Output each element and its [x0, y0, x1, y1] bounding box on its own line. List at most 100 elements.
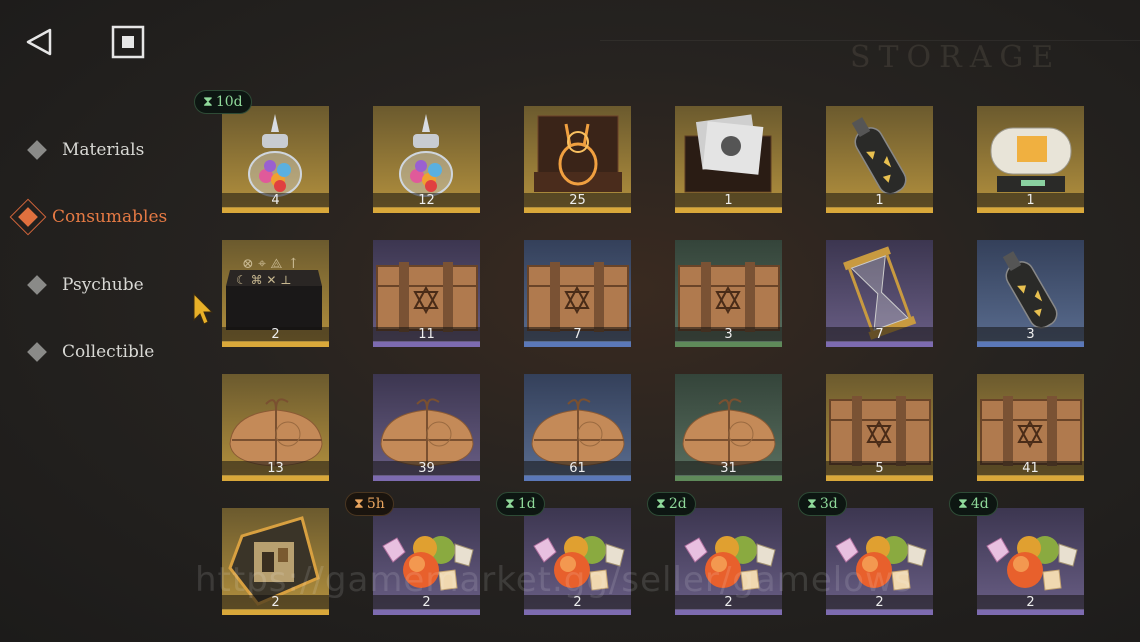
- diamond-icon: [27, 275, 47, 295]
- diamond-icon: [27, 342, 47, 362]
- item-count: 12: [418, 193, 435, 208]
- hourglass-icon: ⧗: [203, 94, 213, 110]
- timer-text: 1d: [517, 496, 536, 512]
- timer-text: 2d: [668, 496, 687, 512]
- rarity-bar: [524, 610, 631, 615]
- rarity-bar: [826, 208, 933, 213]
- item-count: 3: [1026, 327, 1035, 342]
- category-label: Materials: [62, 140, 145, 160]
- item-slot-bottle-shards[interactable]: 3: [977, 240, 1084, 347]
- item-slot-rune-table[interactable]: ⊗ ⌖ ⟁ ↑ ☾ ⌘ ✕ ⊥ 2: [222, 240, 329, 347]
- hourglass-icon: ⧗: [354, 496, 364, 512]
- item-count: 11: [418, 327, 435, 342]
- item-slot-photo-chest[interactable]: 1: [675, 106, 782, 213]
- watermark-text: https://gamemarket.gg/seller/gamelows: [195, 560, 913, 600]
- svg-text:⊗ ⌖ ⟁ ↑: ⊗ ⌖ ⟁ ↑: [242, 256, 299, 272]
- hourglass-icon: ⧗: [958, 496, 968, 512]
- rarity-bar: [977, 208, 1084, 213]
- item-count: 31: [720, 461, 737, 476]
- expiry-timer-badge: ⧗ 4d: [949, 492, 998, 516]
- item-count: 2: [1026, 595, 1035, 610]
- item-slot-golden-rabbit-box[interactable]: 25: [524, 106, 631, 213]
- item-count: 4: [271, 193, 280, 208]
- diamond-icon: [27, 140, 47, 160]
- rarity-bar: [675, 610, 782, 615]
- rarity-bar: [222, 610, 329, 615]
- back-button[interactable]: [22, 24, 58, 60]
- home-button[interactable]: [110, 24, 146, 60]
- item-slot-wooden-crate[interactable]: 3: [675, 240, 782, 347]
- category-collectible[interactable]: Collectible: [18, 332, 154, 372]
- rarity-bar: [524, 208, 631, 213]
- cursor-arrow-icon: [193, 292, 214, 325]
- item-slot-candy-jar[interactable]: 4: [222, 106, 329, 213]
- rarity-bar: [373, 610, 480, 615]
- rarity-bar: [222, 342, 329, 347]
- timer-text: 4d: [970, 496, 989, 512]
- item-count: 39: [418, 461, 435, 476]
- category-label: Consumables: [52, 207, 168, 227]
- rarity-bar: [826, 610, 933, 615]
- hourglass-icon: ⧗: [807, 496, 817, 512]
- hourglass-icon: ⧗: [656, 496, 666, 512]
- rarity-bar: [373, 342, 480, 347]
- home-square-icon: [111, 25, 145, 59]
- item-count: 7: [875, 327, 884, 342]
- item-count: 1: [724, 193, 733, 208]
- rarity-bar: [977, 610, 1084, 615]
- item-slot-parcel[interactable]: 31: [675, 374, 782, 481]
- expiry-timer-badge: ⧗ 3d: [798, 492, 847, 516]
- timer-text: 5h: [366, 496, 385, 512]
- expiry-timer-badge: ⧗ 5h: [345, 492, 394, 516]
- rarity-bar: [222, 476, 329, 481]
- category-materials[interactable]: Materials: [18, 130, 144, 170]
- item-slot-hourglass[interactable]: 7: [826, 240, 933, 347]
- item-slot-bottle-shards[interactable]: 1: [826, 106, 933, 213]
- item-count: 5: [875, 461, 884, 476]
- item-count: 3: [724, 327, 733, 342]
- rarity-bar: [675, 476, 782, 481]
- item-slot-capsule-machine[interactable]: 1: [977, 106, 1084, 213]
- timer-text: 10d: [215, 94, 243, 110]
- item-slot-wooden-crate[interactable]: 7: [524, 240, 631, 347]
- item-count: 13: [267, 461, 284, 476]
- background-decoration: [600, 0, 1140, 41]
- item-slot-parcel[interactable]: 39: [373, 374, 480, 481]
- category-consumables[interactable]: Consumables: [9, 197, 168, 237]
- item-slot-parcel[interactable]: 13: [222, 374, 329, 481]
- rarity-bar: [524, 342, 631, 347]
- item-count: 61: [569, 461, 586, 476]
- item-slot-wooden-crate[interactable]: 41: [977, 374, 1084, 481]
- rarity-bar: [977, 342, 1084, 347]
- item-count: 2: [271, 327, 280, 342]
- item-count: 7: [573, 327, 582, 342]
- storage-bg-title: STORAGE: [850, 40, 1062, 75]
- item-count: 41: [1022, 461, 1039, 476]
- rarity-bar: [826, 476, 933, 481]
- back-triangle-icon: [26, 28, 52, 56]
- item-slot-parcel[interactable]: 61: [524, 374, 631, 481]
- item-slot-candy-jar[interactable]: 12: [373, 106, 480, 213]
- category-label: Collectible: [62, 342, 155, 362]
- item-count: 1: [875, 193, 884, 208]
- expiry-timer-badge: ⧗ 1d: [496, 492, 545, 516]
- item-slot-fruit-gems[interactable]: 2: [977, 508, 1084, 615]
- rarity-bar: [675, 208, 782, 213]
- expiry-timer-badge: ⧗ 2d: [647, 492, 696, 516]
- selected-diamond-icon: [9, 198, 47, 236]
- item-count: 1: [1026, 193, 1035, 208]
- expiry-timer-badge: ⧗ 10d: [194, 90, 252, 114]
- item-slot-wooden-crate[interactable]: 5: [826, 374, 933, 481]
- rarity-bar: [373, 476, 480, 481]
- rarity-bar: [977, 476, 1084, 481]
- rarity-bar: [524, 476, 631, 481]
- category-psychube[interactable]: Psychube: [18, 265, 144, 305]
- item-count: 25: [569, 193, 586, 208]
- rarity-bar: [826, 342, 933, 347]
- hourglass-icon: ⧗: [505, 496, 515, 512]
- item-slot-wooden-crate[interactable]: 11: [373, 240, 480, 347]
- category-label: Psychube: [62, 275, 144, 295]
- svg-text:☾ ⌘ ✕ ⊥: ☾ ⌘ ✕ ⊥: [236, 273, 292, 287]
- rarity-bar: [675, 342, 782, 347]
- timer-text: 3d: [819, 496, 838, 512]
